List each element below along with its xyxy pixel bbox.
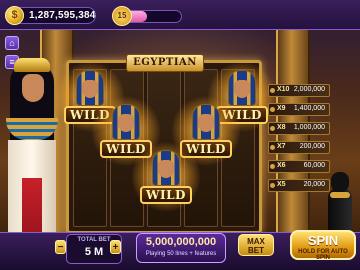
home-button[interactable]: ⌂ [5,36,19,50]
paytable-row: X10 2,000,000 [268,84,330,97]
coin-icon [270,107,275,112]
max-bet-label-2: BET [248,246,264,255]
spin-subtitle: HOLD FOR AUTO SPIN [298,249,348,261]
coin-icon [270,88,275,93]
queen-face [22,74,44,102]
game-title: EGYPTIAN [126,54,204,72]
level-value: 15 [117,11,127,20]
paytable: X10 2,000,000 X9 1,400,000 X8 1,000,000 … [268,84,330,196]
home-icon: ⌂ [9,38,15,48]
max-bet-label-1: MAX [247,237,265,246]
coin-icon [270,145,275,150]
wild-label: WILD [140,186,192,204]
queen-crown [14,58,50,72]
paytable-row: X8 1,000,000 [268,122,330,135]
coin-icon [270,183,275,188]
jackpot-display: 5,000,000,000 Playing 50 lines + feature… [136,233,226,263]
coin-icon: $ [5,6,24,25]
decrease-bet-button[interactable]: − [55,240,66,254]
paytable-row: X6 60,000 [268,160,330,173]
paytable-row: X9 1,400,000 [268,103,330,116]
top-bar: $ 1,287,595,384 15 [0,0,360,30]
spin-label: SPIN [307,233,339,248]
coin-balance-value: 1,287,595,384 [29,10,96,21]
jackpot-subtitle: Playing 50 lines + features [145,251,217,257]
wild-symbol: WILD [132,140,200,214]
coin-balance[interactable]: $ 1,287,595,384 [5,6,96,25]
coin-icon [270,126,275,131]
increase-bet-button[interactable]: + [110,240,121,254]
jackpot-value: 5,000,000,000 [145,236,217,248]
paytable-row: X5 20,000 [268,179,330,192]
level-badge[interactable]: 15 [112,6,132,26]
spin-button[interactable]: SPIN HOLD FOR AUTO SPIN [290,230,356,261]
paytable-row: X7 200,000 [268,141,330,154]
max-bet-button[interactable]: MAX BET [238,234,274,256]
coin-icon [270,164,275,169]
